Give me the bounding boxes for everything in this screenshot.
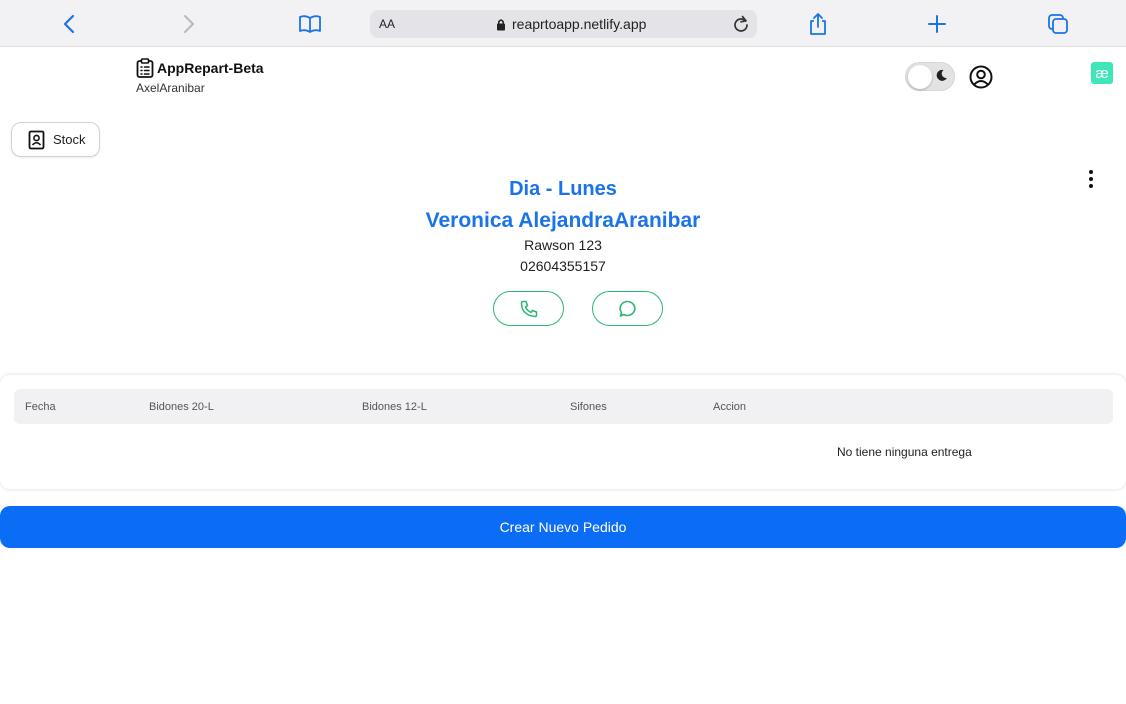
url-text: reaprtoapp.netlify.app [512, 16, 647, 32]
stock-button[interactable]: Stock [11, 122, 100, 157]
back-icon[interactable] [56, 11, 82, 37]
app-title: AppRepart-Beta [157, 60, 264, 76]
tabs-overview-icon[interactable] [1045, 11, 1071, 37]
create-order-button[interactable]: Crear Nuevo Pedido [0, 506, 1126, 548]
client-name: Veronica AlejandraAranibar [425, 209, 701, 232]
column-bidones-12: Bidones 12-L [362, 401, 427, 413]
phone-icon [520, 300, 537, 317]
column-accion: Accion [713, 401, 747, 413]
reload-icon[interactable] [729, 12, 753, 36]
toggle-knob [908, 65, 932, 89]
column-fecha: Fecha [25, 401, 56, 413]
call-button[interactable] [493, 291, 564, 326]
dark-mode-toggle[interactable] [905, 62, 955, 91]
client-address: Rawson 123 [524, 237, 602, 253]
browser-toolbar: AA reaprtoapp.netlify.app [0, 0, 1126, 47]
url-display[interactable]: reaprtoapp.netlify.app [496, 16, 646, 32]
share-icon[interactable] [805, 11, 831, 37]
column-bidones-20: Bidones 20-L [149, 401, 214, 413]
empty-message: No tiene ninguna entrega [837, 445, 972, 459]
deliveries-table: Fecha Bidones 20-L Bidones 12-L Sifones … [0, 375, 1126, 489]
bookmarks-icon[interactable] [297, 11, 323, 37]
chat-bubble-icon [618, 300, 636, 317]
contact-book-icon [28, 130, 45, 149]
app-brand[interactable]: AppRepart-Beta [136, 58, 264, 78]
moon-icon [936, 69, 947, 81]
column-sifones: Sifones [570, 401, 607, 413]
forward-icon[interactable] [176, 11, 202, 37]
text-size-button[interactable]: AA [379, 17, 395, 31]
user-name: AxelAranibar [136, 81, 205, 95]
message-button[interactable] [592, 291, 663, 326]
client-phone: 02604355157 [520, 258, 606, 274]
user-profile-icon[interactable] [968, 64, 994, 90]
new-tab-icon[interactable] [924, 11, 950, 37]
table-header: Fecha Bidones 20-L Bidones 12-L Sifones … [14, 389, 1113, 424]
lock-icon [497, 18, 505, 30]
delivery-day: Dia - Lunes [509, 178, 617, 200]
extension-icon[interactable]: æ [1091, 62, 1113, 84]
address-bar[interactable]: AA reaprtoapp.netlify.app [370, 10, 757, 38]
clipboard-icon [136, 58, 154, 78]
stock-button-label: Stock [53, 132, 86, 147]
